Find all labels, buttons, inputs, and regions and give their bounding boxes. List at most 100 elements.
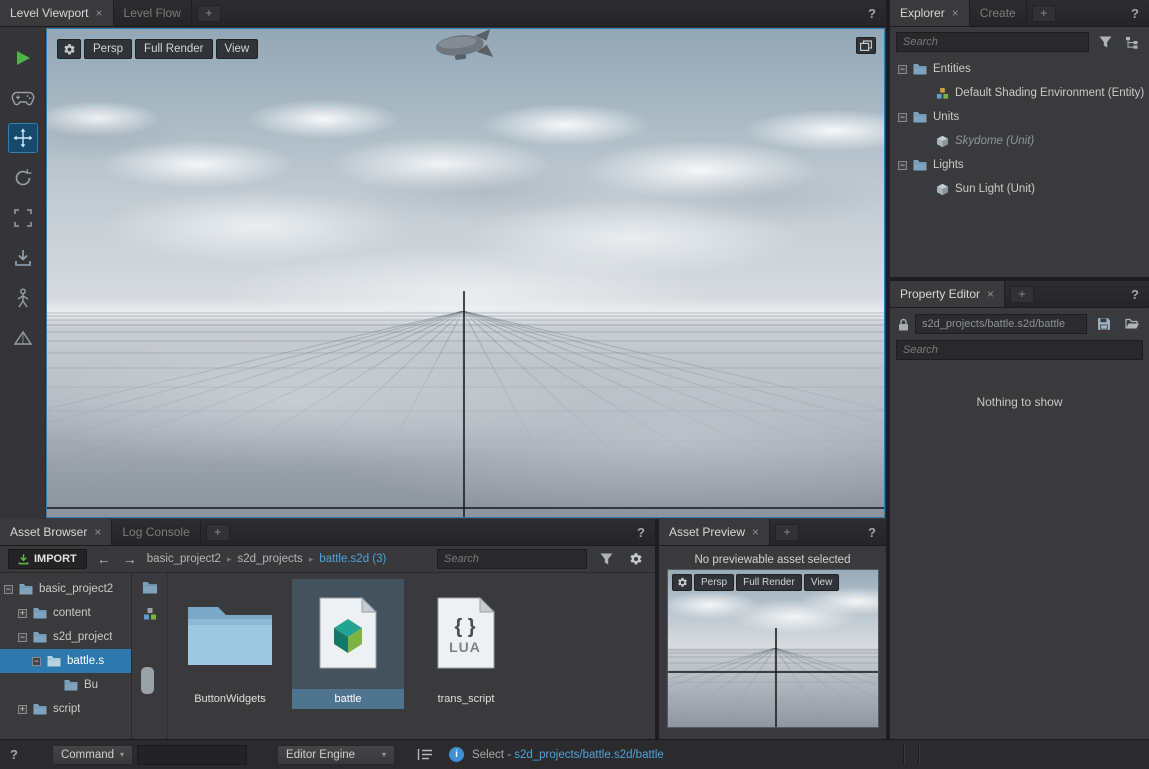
property-search-input[interactable] (896, 340, 1143, 360)
tree-item-buttonwidgets[interactable]: Bu (0, 673, 131, 697)
tab-log-console[interactable]: Log Console (112, 519, 201, 545)
collapse-toggle-icon[interactable]: − (898, 112, 907, 122)
engine-dropdown[interactable]: Editor Engine ▾ (277, 744, 396, 765)
asset-tile-battle-selected[interactable]: battle (292, 579, 404, 709)
collapse-toggle-icon[interactable]: − (4, 584, 13, 594)
breadcrumb-item[interactable]: s2d_projects (237, 553, 302, 565)
terrain-tool-button[interactable] (8, 323, 38, 353)
forward-button[interactable]: → (121, 551, 139, 567)
tab-level-viewport[interactable]: Level Viewport × (0, 0, 114, 26)
asset-tile-trans-script[interactable]: { } LUA trans_script (410, 579, 522, 709)
close-icon[interactable]: × (987, 287, 994, 301)
import-asset-button[interactable] (8, 243, 38, 273)
breadcrumb-item[interactable]: basic_project2 (147, 553, 221, 565)
scale-tool-button[interactable] (8, 203, 38, 233)
tree-view-button[interactable] (1121, 32, 1143, 52)
help-icon[interactable]: ? (858, 525, 886, 540)
airship-model[interactable] (432, 29, 496, 65)
tree-item-units[interactable]: − Units (890, 105, 1149, 129)
help-icon[interactable]: ? (858, 6, 886, 21)
tab-level-flow[interactable]: Level Flow (114, 0, 192, 26)
tree-item-s2d-projects[interactable]: − s2d_project (0, 625, 131, 649)
status-link[interactable]: s2d_projects/battle.s2d/battle (514, 749, 664, 761)
asset-search-input[interactable] (437, 549, 587, 569)
tree-item-basic-project2[interactable]: − basic_project2 (0, 577, 131, 601)
preview-viewport[interactable]: Persp Full Render View (667, 569, 879, 728)
tab-explorer[interactable]: Explorer × (890, 0, 970, 26)
help-icon[interactable]: ? (1121, 287, 1149, 302)
tree-item-sun-light[interactable]: Sun Light (Unit) (890, 177, 1149, 201)
command-input[interactable] (137, 744, 248, 765)
tree-side-strip (132, 573, 168, 739)
back-button[interactable]: ← (95, 551, 113, 567)
gamepad-button[interactable] (8, 83, 38, 113)
asset-grid: ButtonWidgets battle {} LUA trans_scrip… (168, 573, 655, 739)
view-menu-button[interactable]: View (215, 39, 259, 59)
help-icon[interactable]: ? (627, 525, 655, 540)
play-icon (16, 51, 30, 65)
tree-item-label: Entities (933, 63, 971, 75)
close-icon[interactable]: × (94, 525, 101, 539)
breadcrumb-item-current[interactable]: battle.s2d (3) (319, 553, 386, 565)
close-icon[interactable]: × (96, 6, 103, 20)
help-icon[interactable]: ? (10, 747, 18, 762)
console-list-button[interactable] (417, 748, 433, 761)
tree-item-content[interactable]: + content (0, 601, 131, 625)
close-icon[interactable]: × (952, 6, 959, 20)
lock-icon[interactable] (898, 318, 909, 331)
new-tab-button[interactable]: + (1031, 5, 1056, 22)
explorer-search-input[interactable] (896, 32, 1089, 52)
tab-label: Level Viewport (10, 6, 89, 20)
tab-asset-preview[interactable]: Asset Preview × (659, 519, 771, 545)
new-tab-button[interactable]: + (1010, 286, 1035, 303)
help-icon[interactable]: ? (1121, 6, 1149, 21)
maximize-viewport-button[interactable] (856, 37, 876, 54)
new-tab-button[interactable]: + (775, 524, 800, 541)
play-button[interactable] (8, 43, 38, 73)
property-search-row (890, 337, 1149, 365)
asset-label: trans_script (437, 693, 495, 705)
new-tab-button[interactable]: + (196, 5, 221, 22)
preview-camera-mode-button[interactable]: Persp (694, 574, 735, 591)
tree-item-entities[interactable]: − Entities (890, 57, 1149, 81)
tab-property-editor[interactable]: Property Editor × (890, 281, 1006, 307)
character-tool-button[interactable] (8, 283, 38, 313)
tab-create[interactable]: Create (970, 0, 1027, 26)
tree-item-script[interactable]: + script (0, 697, 131, 721)
tree-item-battle-s2d-selected[interactable]: − battle.s (0, 649, 131, 673)
preview-settings-button[interactable] (672, 574, 692, 591)
status-divider (918, 745, 919, 764)
filter-button[interactable] (1094, 32, 1116, 52)
expand-toggle-icon[interactable]: + (18, 704, 27, 714)
collapse-toggle-icon[interactable]: − (898, 64, 907, 74)
close-icon[interactable]: × (752, 525, 759, 539)
tree-item-lights[interactable]: − Lights (890, 153, 1149, 177)
collapse-toggle-icon[interactable]: − (898, 160, 907, 170)
filter-button[interactable] (595, 549, 617, 569)
camera-mode-button[interactable]: Persp (84, 39, 133, 59)
preview-render-mode-button[interactable]: Full Render (736, 574, 802, 591)
new-tab-button[interactable]: + (205, 524, 230, 541)
browser-settings-button[interactable] (625, 549, 647, 569)
render-mode-button[interactable]: Full Render (135, 39, 213, 59)
viewport-3d[interactable]: Persp Full Render View (46, 28, 885, 518)
preview-view-menu-button[interactable]: View (803, 574, 840, 591)
scrollbar-thumb[interactable] (141, 667, 154, 694)
collapse-toggle-icon[interactable]: − (32, 656, 41, 666)
rotate-tool-button[interactable] (8, 163, 38, 193)
collapse-toggle-icon[interactable]: − (18, 632, 27, 642)
tree-item-default-shading-environment[interactable]: Default Shading Environment (Entity) (890, 81, 1149, 105)
asset-tile-buttonwidgets[interactable]: ButtonWidgets (174, 579, 286, 709)
move-tool-button[interactable] (7, 123, 38, 153)
command-dropdown[interactable]: Command ▾ (51, 744, 134, 765)
tab-asset-browser[interactable]: Asset Browser × (0, 519, 113, 545)
import-button[interactable]: IMPORT (8, 549, 87, 569)
viewport-settings-button[interactable] (57, 39, 81, 59)
browse-button[interactable] (1121, 314, 1143, 334)
tree-item-skydome[interactable]: Skydome (Unit) (890, 129, 1149, 153)
open-folder-icon (1124, 318, 1139, 329)
folder-icon (913, 159, 927, 171)
expand-toggle-icon[interactable]: + (18, 608, 27, 618)
asset-path-field[interactable]: s2d_projects/battle.s2d/battle (915, 314, 1087, 334)
save-button[interactable] (1093, 314, 1115, 334)
